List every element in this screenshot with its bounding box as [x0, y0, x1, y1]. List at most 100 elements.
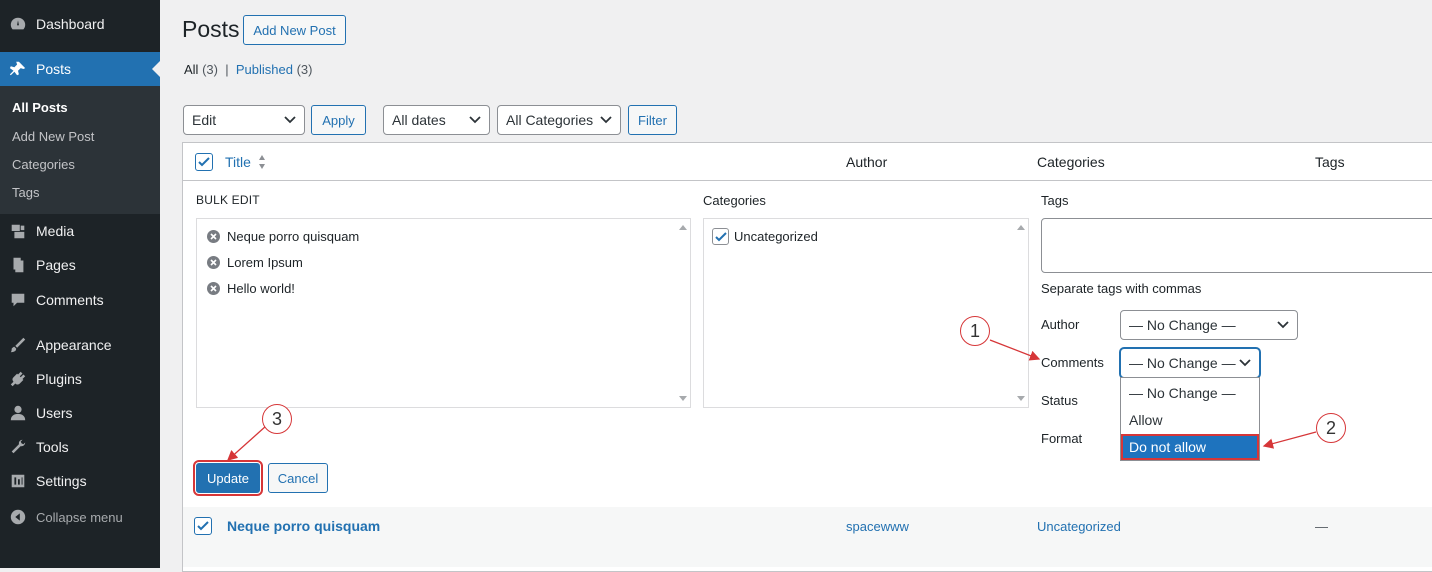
- menu-label: Users: [36, 405, 73, 421]
- menu-dashboard[interactable]: Dashboard: [0, 7, 160, 41]
- menu-pages[interactable]: Pages: [0, 248, 160, 282]
- categories-value: All Categories: [506, 112, 594, 128]
- menu-plugins[interactable]: Plugins: [0, 362, 160, 396]
- scroll-up-arrow[interactable]: [679, 225, 687, 230]
- tags-help-text: Separate tags with commas: [1041, 281, 1202, 296]
- tags-textarea[interactable]: [1041, 218, 1432, 273]
- bulk-categories-label: Categories: [703, 193, 766, 208]
- pin-icon: [0, 60, 36, 78]
- remove-icon[interactable]: [207, 282, 220, 295]
- row-category-link[interactable]: Uncategorized: [1037, 519, 1121, 534]
- remove-icon[interactable]: [207, 256, 220, 269]
- annotation-marker-2: 2: [1316, 413, 1346, 443]
- collapse-label: Collapse menu: [36, 509, 123, 525]
- bulk-post-title: Hello world!: [227, 281, 295, 296]
- settings-icon: [0, 472, 36, 490]
- select-all-checkbox[interactable]: [195, 153, 213, 171]
- menu-label: Posts: [36, 61, 72, 77]
- checkmark-icon: [198, 157, 210, 167]
- author-label: Author: [1041, 317, 1080, 332]
- menu-posts[interactable]: Posts: [0, 52, 160, 86]
- option-no-change[interactable]: — No Change —: [1121, 380, 1259, 406]
- comments-label: Comments: [1041, 355, 1104, 370]
- comments-icon: [0, 291, 36, 309]
- chevron-down-icon: [600, 116, 612, 124]
- filter-separator: |: [225, 62, 229, 77]
- plugins-icon: [0, 370, 36, 388]
- bulk-edit-heading: BULK EDIT: [196, 193, 260, 207]
- submenu-all-posts[interactable]: All Posts: [12, 100, 68, 115]
- comments-select[interactable]: — No Change —: [1120, 348, 1260, 378]
- collapse-icon: [0, 508, 36, 526]
- table-row: [183, 507, 1432, 567]
- add-new-post-button[interactable]: Add New Post: [243, 15, 346, 45]
- filter-published[interactable]: Published: [236, 62, 293, 77]
- bulk-action-value: Edit: [192, 112, 217, 128]
- chevron-down-icon: [284, 116, 296, 124]
- scroll-down-arrow[interactable]: [679, 396, 687, 401]
- checkmark-icon: [197, 521, 209, 531]
- status-filters: All (3) | Published (3): [184, 62, 312, 77]
- pages-icon: [0, 256, 36, 274]
- update-button[interactable]: Update: [193, 460, 263, 496]
- option-do-not-allow[interactable]: Do not allow: [1121, 434, 1259, 460]
- posts-submenu: All Posts Add New Post Categories Tags: [0, 86, 160, 214]
- bulk-post-title: Neque porro quisquam: [227, 229, 360, 244]
- menu-label: Settings: [36, 473, 87, 489]
- tools-icon: [0, 438, 36, 456]
- format-label: Format: [1041, 431, 1083, 446]
- submenu-categories[interactable]: Categories: [12, 157, 75, 172]
- column-tags: Tags: [1315, 154, 1345, 170]
- admin-sidebar: Dashboard Posts All Posts Add New Post C…: [0, 0, 160, 568]
- filter-all[interactable]: All: [184, 62, 198, 77]
- option-allow[interactable]: Allow: [1121, 407, 1259, 433]
- menu-label: Dashboard: [36, 16, 105, 32]
- apply-button[interactable]: Apply: [311, 105, 366, 135]
- cancel-button[interactable]: Cancel: [268, 463, 328, 493]
- bulk-tags-label: Tags: [1041, 193, 1069, 208]
- filter-published-count: (3): [296, 62, 313, 77]
- menu-appearance[interactable]: Appearance: [0, 328, 160, 362]
- media-icon: [0, 222, 36, 240]
- submenu-tags[interactable]: Tags: [12, 185, 39, 200]
- submenu-add-new-post[interactable]: Add New Post: [12, 129, 94, 144]
- menu-label: Comments: [36, 292, 104, 308]
- category-checkbox[interactable]: [712, 228, 729, 245]
- chevron-down-icon: [469, 116, 481, 124]
- bulk-titles-list: Neque porro quisquam Lorem Ipsum Hello w…: [196, 218, 691, 408]
- dashboard-icon: [0, 15, 36, 33]
- table-header: Title Author Categories Tags: [183, 143, 1432, 181]
- menu-users[interactable]: Users: [0, 396, 160, 430]
- row-tags-value: —: [1315, 519, 1328, 534]
- filter-button[interactable]: Filter: [628, 105, 677, 135]
- category-label: Uncategorized: [734, 229, 818, 244]
- row-author-link[interactable]: spacewww: [846, 519, 909, 534]
- menu-tools[interactable]: Tools: [0, 430, 160, 464]
- dates-select[interactable]: All dates: [383, 105, 490, 135]
- annotation-marker-1: 1: [960, 316, 990, 346]
- author-select[interactable]: — No Change —: [1120, 310, 1298, 340]
- annotation-marker-3: 3: [262, 404, 292, 434]
- sort-icon[interactable]: [258, 154, 266, 173]
- comments-dropdown-list: — No Change — Allow Do not allow: [1120, 377, 1260, 461]
- comments-value: — No Change —: [1129, 355, 1236, 371]
- menu-media[interactable]: Media: [0, 214, 160, 248]
- menu-label: Pages: [36, 257, 76, 273]
- menu-settings[interactable]: Settings: [0, 464, 160, 498]
- menu-label: Appearance: [36, 337, 112, 353]
- menu-comments[interactable]: Comments: [0, 283, 160, 317]
- page-title: Posts: [182, 16, 240, 42]
- status-label: Status: [1041, 393, 1078, 408]
- scroll-down-arrow[interactable]: [1017, 396, 1025, 401]
- categories-select[interactable]: All Categories: [497, 105, 621, 135]
- bulk-action-select[interactable]: Edit: [183, 105, 305, 135]
- remove-icon[interactable]: [207, 230, 220, 243]
- checkmark-icon: [715, 232, 727, 242]
- row-checkbox[interactable]: [194, 517, 212, 535]
- row-title-link[interactable]: Neque porro quisquam: [227, 518, 380, 534]
- collapse-menu-button[interactable]: Collapse menu: [0, 502, 160, 532]
- column-title[interactable]: Title: [225, 154, 251, 170]
- scroll-up-arrow[interactable]: [1017, 225, 1025, 230]
- menu-label: Media: [36, 223, 75, 239]
- appearance-icon: [0, 336, 36, 354]
